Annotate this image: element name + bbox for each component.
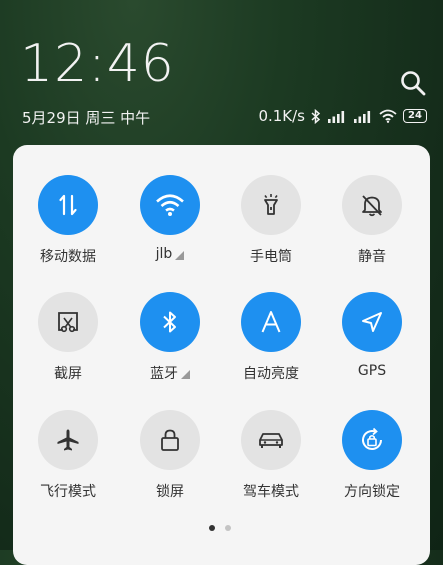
search-icon[interactable] — [400, 70, 426, 96]
tile-label: 驾车模式 — [243, 484, 299, 500]
car-icon — [241, 410, 301, 470]
screenshot-icon — [38, 292, 98, 352]
tile-label: 手电筒 — [250, 249, 292, 265]
battery-indicator: 24 — [403, 109, 427, 123]
tile-airplane[interactable]: 飞行模式 — [18, 410, 118, 501]
tile-label: GPS — [357, 363, 387, 379]
tile-flashlight[interactable]: 手电筒 — [221, 175, 321, 266]
tile-label: 锁屏 — [156, 484, 184, 500]
tile-label: 截屏 — [54, 366, 82, 382]
tile-label: 自动亮度 — [243, 366, 299, 382]
clock-time: 12:46 — [20, 34, 175, 94]
lock-icon — [140, 410, 200, 470]
page-dot-active[interactable] — [209, 525, 215, 531]
tile-screenshot[interactable]: 截屏 — [18, 292, 118, 383]
tile-wifi[interactable]: jlb — [120, 175, 220, 262]
signal-icon — [327, 110, 347, 123]
tile-auto-brightness[interactable]: 自动亮度 — [221, 292, 321, 383]
network-speed: 0.1K/s — [258, 107, 305, 125]
status-bar: 0.1K/s 24 — [258, 107, 427, 125]
tile-driving-mode[interactable]: 驾车模式 — [221, 410, 321, 501]
tile-lock-screen[interactable]: 锁屏 — [120, 410, 220, 501]
gps-icon — [342, 292, 402, 352]
bluetooth-icon — [140, 292, 200, 352]
bluetooth-status-icon — [311, 108, 321, 124]
page-dot[interactable] — [225, 525, 231, 531]
signal-icon-2 — [353, 110, 373, 123]
expand-indicator-icon — [181, 369, 190, 379]
wifi-icon — [140, 175, 200, 235]
flashlight-icon — [241, 175, 301, 235]
tile-gps[interactable]: GPS — [322, 292, 422, 379]
tile-label: 飞行模式 — [40, 484, 96, 500]
tile-label: 蓝牙 — [150, 366, 178, 382]
tile-rotation-lock[interactable]: 方向锁定 — [322, 410, 422, 501]
tile-mobile-data[interactable]: 移动数据 — [18, 175, 118, 266]
auto-brightness-icon — [241, 292, 301, 352]
airplane-icon — [38, 410, 98, 470]
tile-label: 移动数据 — [40, 249, 96, 265]
mobile-data-icon — [38, 175, 98, 235]
tile-label: 静音 — [358, 249, 386, 265]
quick-settings-panel: 移动数据 jlb 手电筒 静音 截屏 蓝牙 自动亮度 GPS 飞行模式 锁屏 驾… — [13, 145, 430, 565]
tile-label: jlb — [155, 246, 173, 262]
tile-mute[interactable]: 静音 — [322, 175, 422, 266]
page-indicator[interactable] — [209, 525, 231, 531]
wifi-status-icon — [379, 109, 397, 123]
tile-label: 方向锁定 — [344, 484, 400, 500]
tile-bluetooth[interactable]: 蓝牙 — [120, 292, 220, 383]
rotation-lock-icon — [342, 410, 402, 470]
mute-icon — [342, 175, 402, 235]
expand-indicator-icon — [175, 250, 185, 260]
date-text: 5月29日 周三 中午 — [22, 109, 151, 127]
